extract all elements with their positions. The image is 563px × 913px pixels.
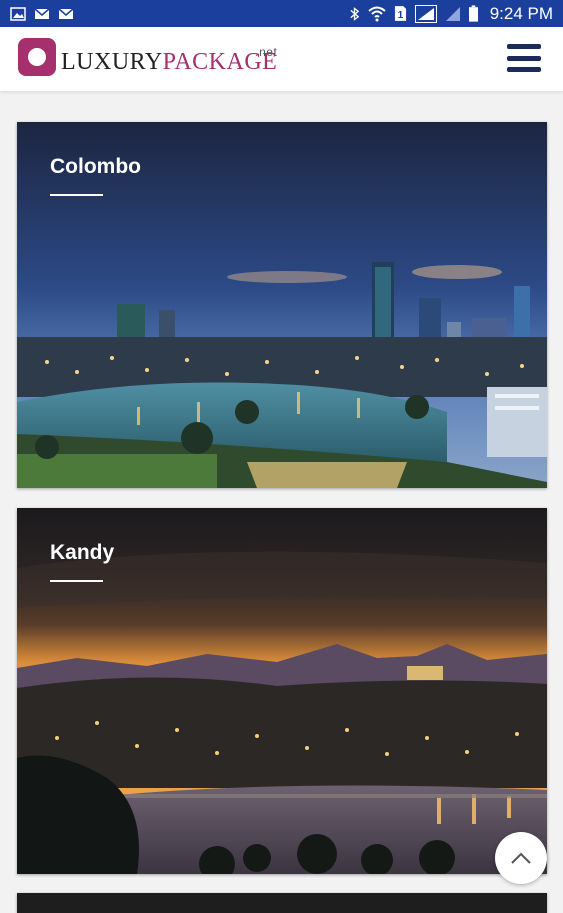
mail-icon [34,7,50,19]
bluetooth-icon [350,6,359,21]
signal-icon [414,4,437,23]
sim-1-icon: 1 [394,6,406,21]
logo-text-luxury: LUXURY [61,49,163,75]
destination-card-kandy[interactable]: Kandy [17,508,547,874]
gallery-icon [10,6,26,21]
destination-title: Kandy [50,541,115,564]
site-logo[interactable]: LUXURYPACKAGE .net [18,38,277,76]
destination-card-colombo[interactable]: Colombo [17,122,547,488]
svg-text:1: 1 [397,10,403,21]
clock-time: 9:24 PM [489,3,553,23]
logo-wordmark: LUXURYPACKAGE .net [61,45,277,75]
logo-mark-icon [18,38,56,76]
chevron-up-icon [511,852,531,864]
logo-text-tld: .net [255,45,278,59]
status-bar: 1 9:24 PM [0,0,563,27]
title-underline [50,194,103,196]
signal-icon [445,6,460,21]
battery-icon [468,5,478,22]
wifi-icon [368,6,386,21]
title-underline [50,580,103,582]
destination-title: Colombo [50,155,141,178]
app-header: LUXURYPACKAGE .net [0,27,563,91]
scroll-to-top-button[interactable] [495,832,547,884]
mail-icon [58,7,74,19]
destination-card-next[interactable] [17,893,547,913]
hamburger-menu-icon[interactable] [507,44,541,72]
